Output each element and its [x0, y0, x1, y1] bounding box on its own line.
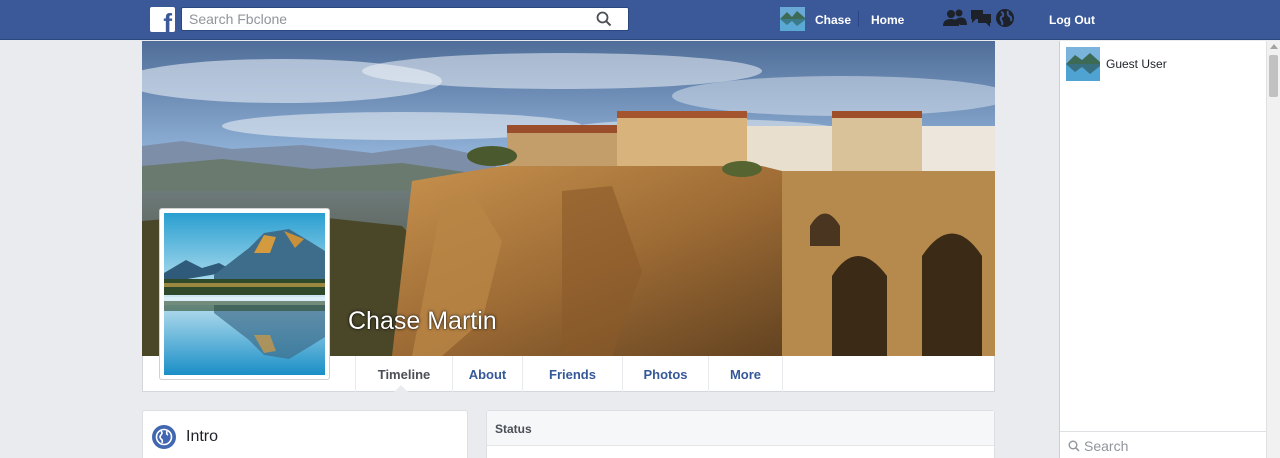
chat-contact-avatar	[1066, 47, 1100, 81]
tab-friends[interactable]: Friends	[522, 356, 622, 392]
chat-sidebar: Guest User	[1059, 41, 1266, 458]
friend-requests-icon[interactable]	[943, 8, 967, 28]
top-navigation-bar: f Chase Home	[0, 0, 1280, 40]
profile-lake-image	[164, 213, 325, 375]
nav-home-link[interactable]: Home	[871, 13, 904, 27]
logo-letter: f	[163, 8, 172, 32]
tab-more[interactable]: More	[708, 356, 783, 392]
profile-name: Chase Martin	[348, 307, 497, 335]
globe-icon	[152, 425, 176, 449]
intro-panel: Intro	[142, 410, 468, 458]
chat-contact-name: Guest User	[1106, 57, 1167, 71]
active-tab-indicator	[394, 385, 408, 392]
status-panel: Status	[486, 410, 995, 458]
chat-contact-item[interactable]: Guest User	[1066, 47, 1167, 81]
chat-search-icon	[1068, 440, 1080, 452]
nav-divider	[858, 11, 859, 27]
chat-search-box	[1060, 431, 1266, 458]
nav-icon-group	[943, 8, 1015, 28]
search-icon[interactable]	[596, 11, 612, 27]
chat-search-input[interactable]	[1084, 436, 1254, 456]
profile-picture[interactable]	[159, 208, 330, 380]
notifications-globe-icon[interactable]	[995, 8, 1015, 28]
page-scrollbar[interactable]	[1266, 41, 1280, 458]
facebook-logo-icon[interactable]: f	[150, 7, 175, 32]
scroll-up-arrow-icon[interactable]	[1270, 44, 1278, 49]
messages-icon[interactable]	[970, 8, 992, 28]
tab-photos[interactable]: Photos	[622, 356, 708, 392]
scrollbar-thumb[interactable]	[1269, 55, 1278, 97]
status-title: Status	[487, 411, 994, 446]
logout-link[interactable]: Log Out	[1049, 13, 1095, 27]
search-input[interactable]	[182, 8, 582, 30]
nav-profile-link[interactable]: Chase	[815, 13, 851, 27]
intro-title: Intro	[186, 428, 219, 445]
search-box	[181, 7, 629, 31]
tab-about[interactable]: About	[452, 356, 522, 392]
nav-avatar[interactable]	[780, 7, 805, 31]
